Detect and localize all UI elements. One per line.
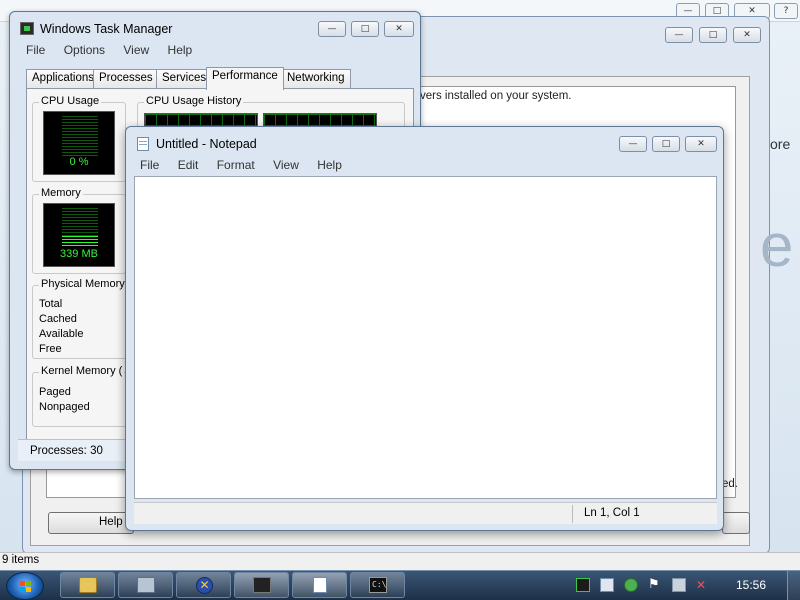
background-right-big-letter: e	[760, 212, 794, 279]
notepad-taskbar-icon	[313, 577, 327, 593]
memory-value: 339 MB	[60, 248, 98, 260]
physical-memory-available-label: Available	[39, 328, 84, 340]
background-right-text: ore	[770, 136, 791, 152]
tab-performance[interactable]: Performance	[206, 67, 284, 90]
taskbar-notepad-button[interactable]	[292, 572, 347, 598]
tab-networking[interactable]: Networking	[281, 69, 351, 89]
kernel-memory-paged-label: Paged	[39, 386, 71, 398]
bg-window-minimize-button[interactable]: —	[665, 27, 693, 43]
tab-processes[interactable]: Processes	[93, 69, 159, 89]
tm-menu-view[interactable]: View	[123, 43, 149, 57]
network-tray-icon[interactable]	[672, 578, 686, 592]
tm-maximize-button[interactable]: □	[351, 21, 379, 37]
task-manager-title: Windows Task Manager	[40, 22, 173, 36]
np-menu-file[interactable]: File	[140, 158, 159, 172]
volume-muted-icon[interactable]: ✕	[696, 578, 710, 592]
show-desktop-button[interactable]	[787, 571, 800, 600]
np-menu-edit[interactable]: Edit	[178, 158, 199, 172]
kernel-memory-nonpaged-label: Nonpaged	[39, 401, 90, 413]
np-menu-help[interactable]: Help	[317, 158, 342, 172]
background-window-trailing-text: ed.	[722, 478, 738, 490]
background-window-button[interactable]	[722, 512, 750, 534]
notepad-title: Untitled - Notepad	[156, 137, 257, 151]
device-manager-icon	[137, 577, 155, 593]
physical-memory-label: Physical Memory	[39, 278, 127, 290]
memory-meter: 339 MB	[43, 203, 115, 267]
directx-icon: ✕	[196, 577, 213, 594]
cpu-usage-label: CPU Usage	[39, 95, 102, 107]
task-manager-icon	[20, 22, 34, 35]
tm-menu-options[interactable]: Options	[64, 43, 105, 57]
background-help-button[interactable]: Help	[48, 512, 134, 534]
command-prompt-icon: C:\	[369, 577, 387, 593]
tab-services[interactable]: Services	[156, 69, 213, 89]
bg-help-icon[interactable]: ?	[774, 3, 798, 19]
taskbar-directx-button[interactable]: ✕	[176, 572, 231, 598]
physical-memory-cached-label: Cached	[39, 313, 77, 325]
taskbar-command-prompt-button[interactable]: C:\	[350, 572, 405, 598]
np-menubar: File Edit Format View Help	[140, 158, 357, 172]
security-tray-icon[interactable]	[624, 578, 638, 592]
action-center-flag-icon[interactable]: ⚑	[648, 578, 660, 592]
start-button[interactable]	[6, 572, 44, 600]
taskbar-task-manager-button[interactable]	[234, 572, 289, 598]
notepad-icon	[137, 137, 149, 151]
kernel-memory-label: Kernel Memory (	[39, 365, 125, 377]
notepad-window: Untitled - Notepad — □ ✕ File Edit Forma…	[125, 126, 724, 531]
taskbar-explorer-button[interactable]	[60, 572, 115, 598]
bg-window-close-button[interactable]: ✕	[733, 27, 761, 43]
physical-memory-free-label: Free	[39, 343, 62, 355]
np-close-button[interactable]: ✕	[685, 136, 717, 152]
np-maximize-button[interactable]: □	[652, 136, 680, 152]
tm-menu-help[interactable]: Help	[168, 43, 193, 57]
bg-window-maximize-button[interactable]: □	[699, 27, 727, 43]
np-menu-format[interactable]: Format	[217, 158, 255, 172]
physical-memory-total-label: Total	[39, 298, 63, 310]
document-tray-icon[interactable]	[600, 578, 614, 592]
notepad-text-area[interactable]	[134, 176, 717, 499]
cpu-usage-meter: 0 %	[43, 111, 115, 175]
folder-icon	[79, 577, 97, 593]
task-manager-taskbar-icon	[253, 577, 271, 593]
taskbar-device-manager-button[interactable]	[118, 572, 173, 598]
tm-menu-file[interactable]: File	[26, 43, 45, 57]
cpu-usage-value: 0 %	[69, 156, 89, 168]
notepad-status-bar: Ln 1, Col 1	[134, 502, 717, 524]
memory-group: Memory 339 MB	[32, 187, 126, 274]
tm-menubar: File Options View Help	[26, 43, 207, 57]
np-minimize-button[interactable]: —	[619, 136, 647, 152]
explorer-status-items: 9 items	[0, 552, 800, 570]
cpu-usage-group: CPU Usage 0 %	[32, 95, 126, 182]
cpu-history-label: CPU Usage History	[144, 95, 244, 107]
windows-logo-icon	[20, 581, 32, 592]
memory-fill	[62, 236, 98, 248]
background-window-text: vers installed on your system.	[420, 90, 572, 102]
memory-label: Memory	[39, 187, 83, 199]
task-manager-tray-icon[interactable]	[576, 578, 590, 592]
np-menu-view[interactable]: View	[273, 158, 299, 172]
tab-applications[interactable]: Applications	[26, 69, 101, 89]
tm-close-button[interactable]: ✕	[384, 21, 414, 37]
tm-minimize-button[interactable]: —	[318, 21, 346, 37]
cursor-position: Ln 1, Col 1	[584, 507, 640, 519]
taskbar-clock[interactable]: 15:56	[736, 578, 766, 592]
